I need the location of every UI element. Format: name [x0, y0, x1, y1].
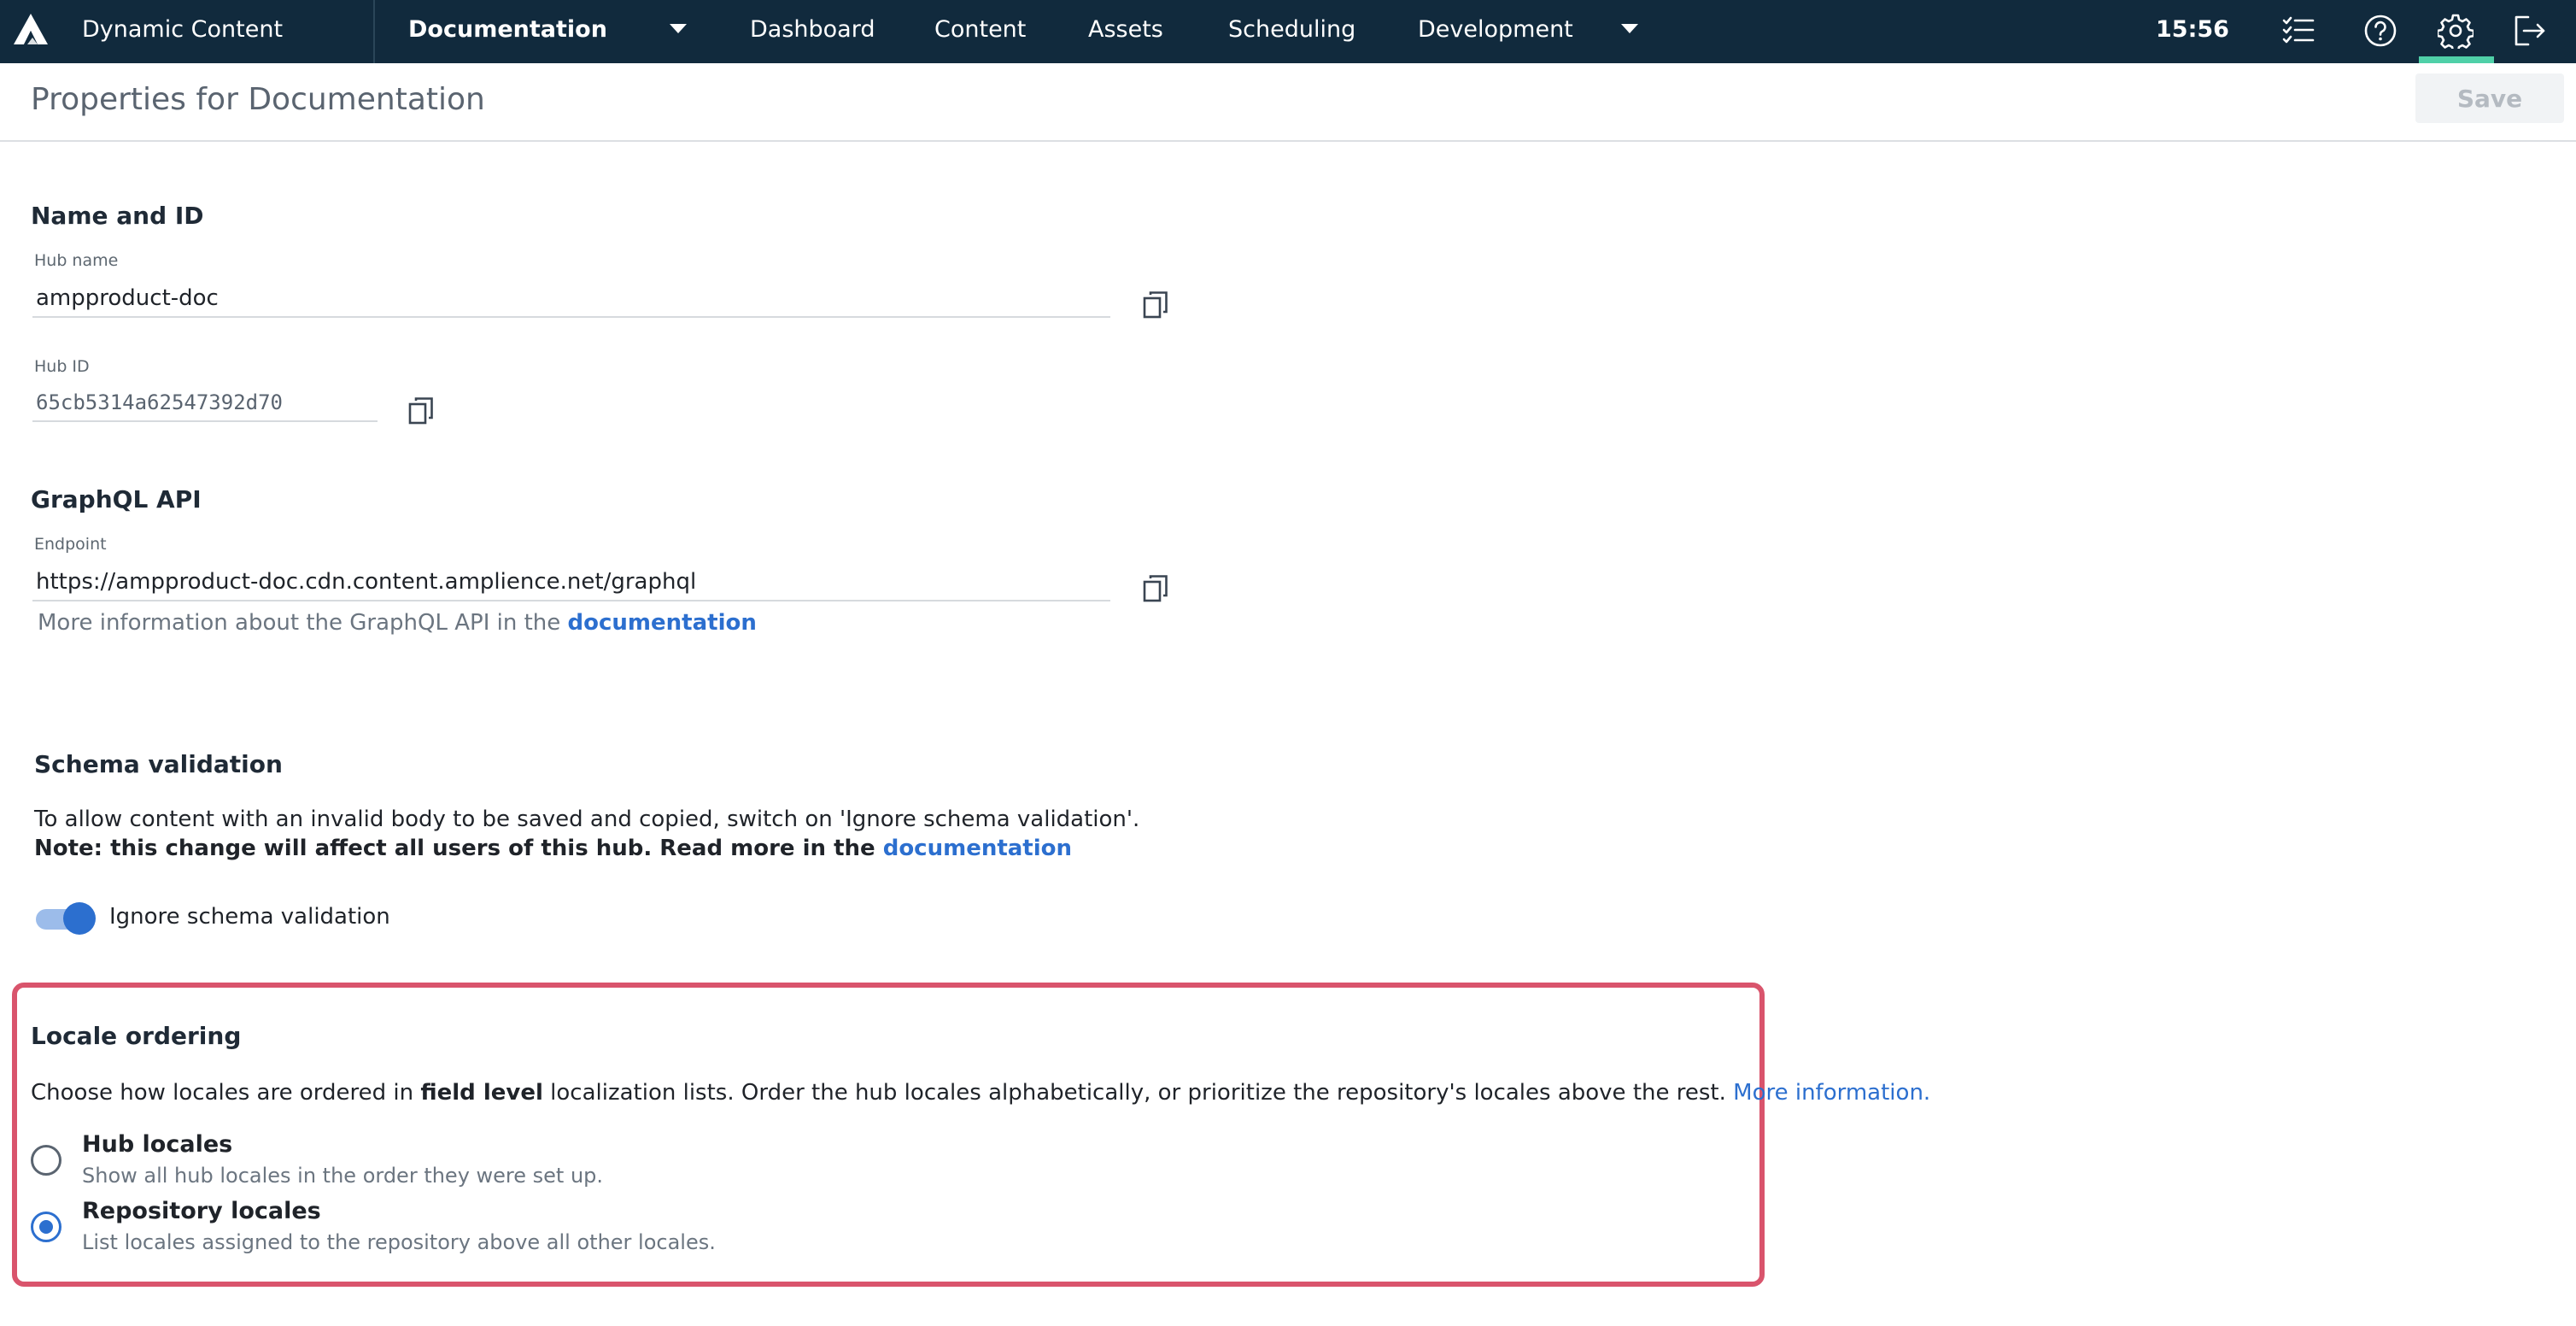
top-navigation-bar: Dynamic Content Documentation Dashboard …: [0, 0, 2576, 63]
schema-documentation-link[interactable]: documentation: [883, 836, 1072, 861]
nav-item-development[interactable]: Development: [1418, 0, 1573, 63]
graphql-api-heading: GraphQL API: [31, 485, 202, 513]
toggle-knob: [63, 902, 96, 935]
nav-divider: [373, 0, 375, 63]
ignore-schema-validation-label: Ignore schema validation: [109, 904, 390, 930]
copy-endpoint-icon[interactable]: [1143, 574, 1168, 603]
hub-locales-radio[interactable]: [31, 1145, 61, 1176]
nav-item-scheduling[interactable]: Scheduling: [1228, 0, 1355, 63]
help-icon[interactable]: [2362, 13, 2398, 49]
hub-locales-description: Show all hub locales in the order they w…: [82, 1164, 604, 1188]
endpoint-label: Endpoint: [34, 535, 107, 554]
endpoint-input[interactable]: [32, 564, 1110, 601]
schema-validation-description: To allow content with an invalid body to…: [34, 807, 1140, 832]
copy-hub-name-icon[interactable]: [1143, 290, 1168, 320]
nav-item-content[interactable]: Content: [934, 0, 1026, 63]
graphql-documentation-link[interactable]: documentation: [568, 610, 757, 636]
schema-validation-note: Note: this change will affect all users …: [34, 836, 1072, 861]
schema-validation-heading: Schema validation: [34, 750, 283, 778]
repository-locales-radio[interactable]: [31, 1212, 61, 1242]
repository-locales-label[interactable]: Repository locales: [82, 1198, 321, 1224]
hub-name-input[interactable]: [32, 280, 1110, 318]
copy-hub-id-icon[interactable]: [408, 396, 434, 425]
page-title: Properties for Documentation: [31, 82, 485, 117]
locale-desc-prefix: Choose how locales are ordered in: [31, 1080, 421, 1106]
schema-validation-note-text: Note: this change will affect all users …: [34, 836, 883, 861]
ignore-schema-validation-toggle[interactable]: [34, 902, 97, 935]
clock-time: 15:56: [2156, 16, 2229, 43]
locale-more-information-link[interactable]: More information.: [1733, 1080, 1930, 1106]
save-button[interactable]: Save: [2415, 73, 2564, 123]
locale-desc-bold: field level: [420, 1080, 543, 1106]
nav-item-assets[interactable]: Assets: [1088, 0, 1163, 63]
task-list-icon[interactable]: [2280, 13, 2316, 49]
name-and-id-heading: Name and ID: [31, 202, 204, 230]
page-header: Properties for Documentation Save: [0, 63, 2576, 142]
hub-name-label: Hub name: [34, 251, 119, 270]
graphql-info-text: More information about the GraphQL API i…: [38, 610, 757, 636]
hub-selector-chevron-down-icon[interactable]: [670, 24, 687, 33]
logout-icon[interactable]: [2511, 13, 2547, 49]
gear-icon[interactable]: [2438, 13, 2474, 49]
hub-locales-label[interactable]: Hub locales: [82, 1131, 232, 1158]
nav-item-dashboard[interactable]: Dashboard: [750, 0, 875, 63]
repository-locales-description: List locales assigned to the repository …: [82, 1230, 716, 1254]
locale-ordering-heading: Locale ordering: [31, 1022, 242, 1050]
hub-selector[interactable]: Documentation: [408, 0, 607, 63]
hub-id-label: Hub ID: [34, 357, 90, 376]
locale-desc-suffix: localization lists. Order the hub locale…: [542, 1080, 1734, 1106]
development-chevron-down-icon[interactable]: [1621, 24, 1638, 33]
hub-id-field[interactable]: [32, 384, 378, 422]
app-name[interactable]: Dynamic Content: [82, 0, 283, 63]
settings-active-indicator: [2419, 56, 2494, 63]
locale-ordering-description: Choose how locales are ordered in field …: [31, 1080, 1930, 1106]
graphql-info-prefix: More information about the GraphQL API i…: [38, 610, 568, 636]
amplience-logo-icon[interactable]: [12, 12, 50, 46]
